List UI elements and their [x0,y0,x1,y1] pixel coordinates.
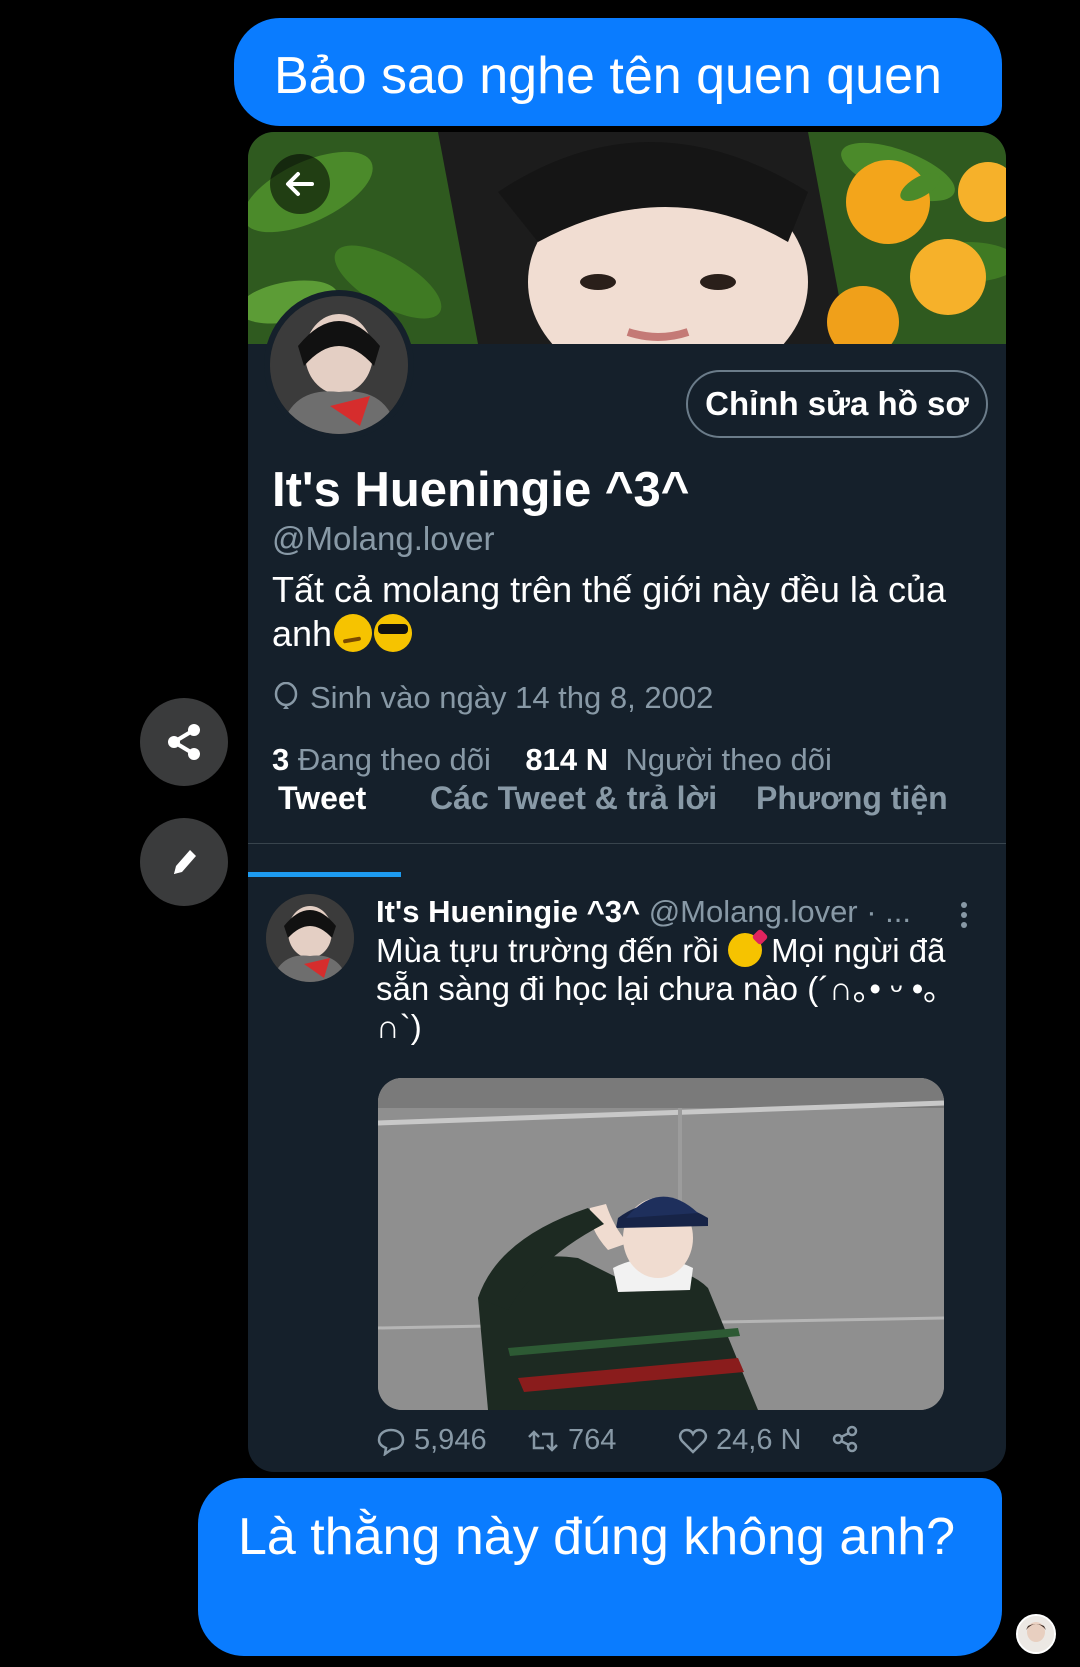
sunglasses-emoji-icon [374,614,413,652]
tweet-author-name[interactable]: It's Hueningie ^3^ [376,894,640,929]
message-text: Bảo sao nghe tên quen quen [274,47,942,105]
edit-profile-button[interactable]: Chỉnh sửa hồ sơ [686,370,988,438]
profile-tabs: Tweet Các Tweet & trả lời Phương tiện [248,772,1006,844]
share-icon [168,724,200,760]
message-text: Là thằng này đúng không anh? [238,1508,956,1566]
share-button[interactable] [140,698,228,786]
smirk-emoji-icon [334,614,373,652]
edit-button[interactable] [140,818,228,906]
tweet-image [378,1078,944,1410]
seen-indicator-avatar [1016,1614,1056,1654]
retweet-icon [528,1429,558,1452]
tweet-avatar[interactable] [266,894,354,982]
avatar-image [270,296,408,434]
avatar-image [1018,1616,1054,1652]
like-button[interactable]: 24,6 N [678,1424,801,1457]
tweet-meta: @Molang.lover · ... [648,894,912,929]
retweet-button[interactable]: 764 [526,1424,616,1457]
heart-icon [678,1428,708,1454]
tab-tweets[interactable]: Tweet [278,780,366,817]
avatar-image [266,894,354,982]
message-bubble-outgoing[interactable]: Là thằng này đúng không anh? [198,1478,1002,1656]
tab-tweets-and-replies[interactable]: Các Tweet & trả lời [430,780,717,817]
tweet-text: Mùa tựu trường đến rồi Mọi ngừi đã sẵn s… [376,932,976,1046]
profile-bio: Tất cả molang trên thế giới này đều là c… [272,568,986,656]
twitter-profile-screenshot[interactable]: Chỉnh sửa hồ sơ It's Hueningie ^3^ @Mola… [248,132,1006,1472]
active-tab-indicator [248,872,401,877]
tweet-share-button[interactable] [830,1424,860,1454]
arrow-left-icon [286,172,314,196]
like-count: 24,6 N [716,1424,802,1456]
more-options-button[interactable] [958,900,970,930]
tab-media[interactable]: Phương tiện [756,780,948,817]
pencil-icon [174,850,196,874]
message-bubble-outgoing[interactable]: Bảo sao nghe tên quen quen [234,18,1002,126]
back-button[interactable] [270,154,330,214]
share-icon [832,1425,858,1453]
tweet-header: It's Hueningie ^3^ @Molang.lover · ... [376,894,911,930]
bio-text: Tất cả molang trên thế giới này đều là c… [272,569,946,654]
reply-button[interactable]: 5,946 [376,1424,487,1457]
more-vertical-icon [961,902,967,928]
balloon-icon [274,682,298,709]
kiss-emoji-icon [727,933,762,967]
birth-text: Sinh vào ngày 14 thg 8, 2002 [310,680,714,715]
tweet-photo[interactable] [378,1078,944,1410]
reply-count: 5,946 [414,1424,487,1456]
tweet-text-part1: Mùa tựu trường đến rồi [376,932,719,969]
profile-display-name: It's Hueningie ^3^ [272,463,690,517]
comment-icon [377,1428,405,1456]
profile-handle: @Molang.lover [272,520,495,557]
tweet-actions: 5,946 764 24,6 N [376,1424,976,1464]
retweet-count: 764 [568,1424,617,1456]
profile-avatar[interactable] [264,290,414,440]
profile-birthdate: Sinh vào ngày 14 thg 8, 2002 [272,680,713,716]
